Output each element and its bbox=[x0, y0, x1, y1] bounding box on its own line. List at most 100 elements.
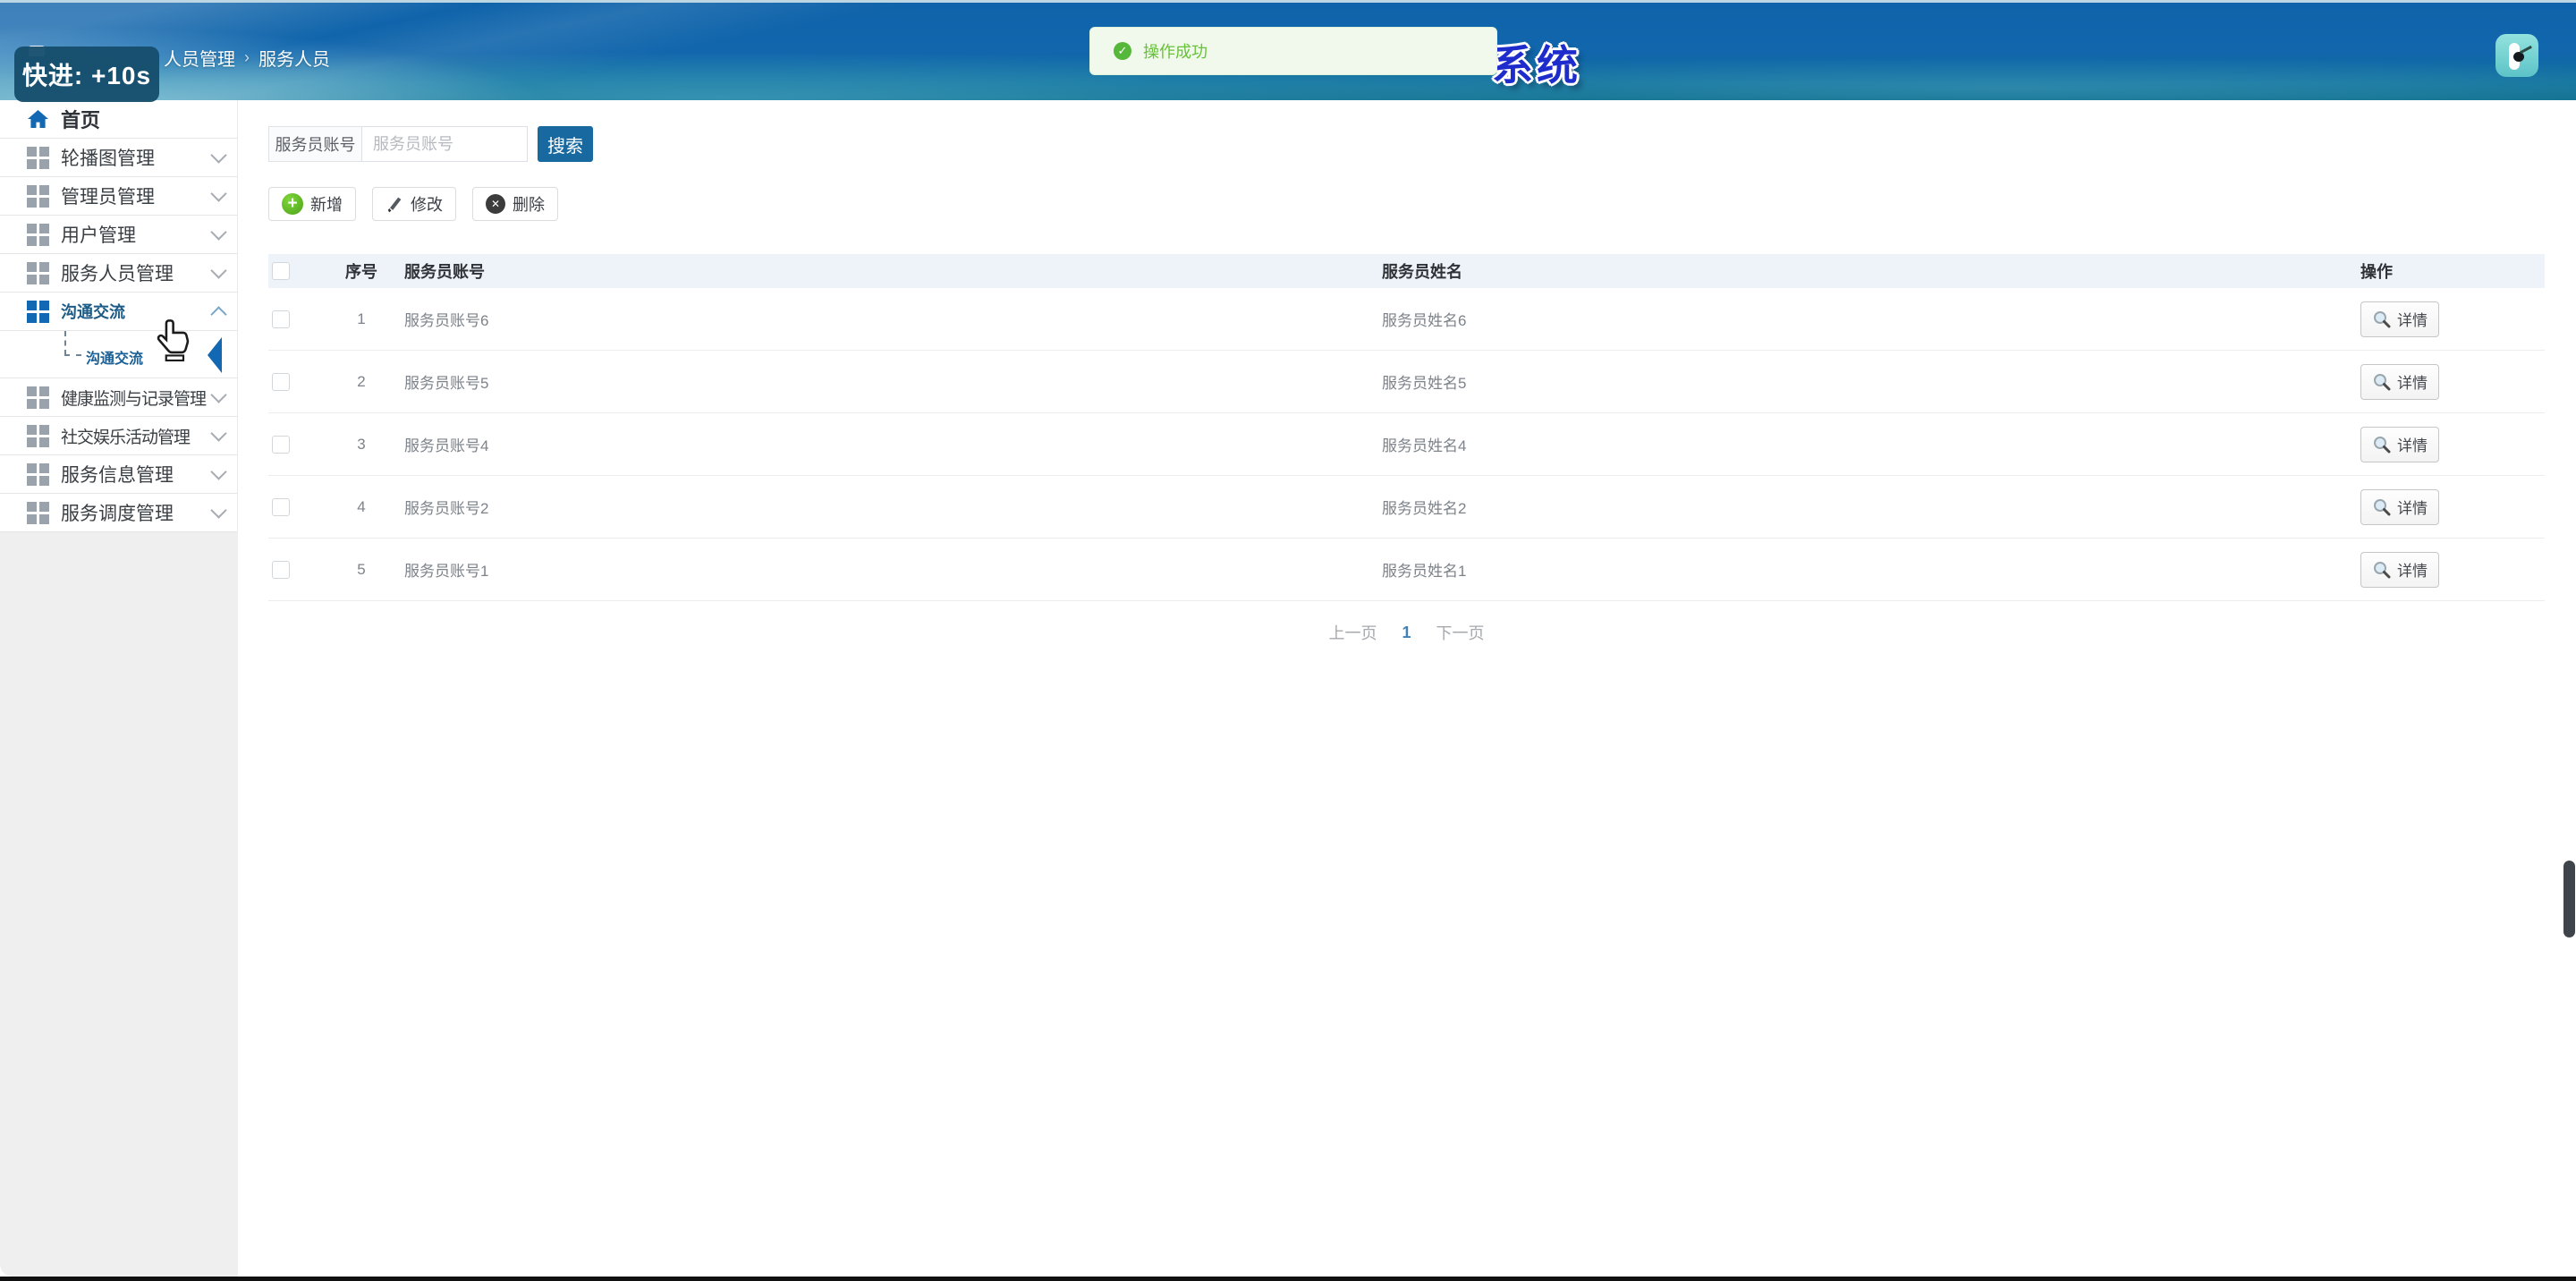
magnifier-icon bbox=[2374, 310, 2391, 327]
detail-button[interactable]: 详情 bbox=[2360, 426, 2439, 462]
magnifier-icon bbox=[2374, 498, 2391, 515]
detail-button-label: 详情 bbox=[2397, 375, 2428, 392]
pencil-icon bbox=[387, 197, 402, 213]
sidebar-menu: 首页 轮播图管理 管理员管理 用户管理 服务人员管理 沟通交流 沟通交流 健康监… bbox=[0, 100, 238, 532]
sidebar-subitem-label: 沟通交流 bbox=[86, 352, 144, 367]
cell-index: 3 bbox=[357, 435, 366, 453]
sidebar-item-admin[interactable]: 管理员管理 bbox=[0, 177, 237, 216]
search-input[interactable] bbox=[361, 126, 528, 162]
breadcrumb-separator-icon: › bbox=[244, 48, 250, 66]
toolbar: + 新增 修改 ✕ 删除 bbox=[268, 187, 2545, 221]
sidebar-subitem-communication[interactable]: 沟通交流 bbox=[0, 319, 237, 378]
sidebar-item-health-monitor[interactable]: 健康监测与记录管理 bbox=[0, 378, 237, 417]
pagination-current-page[interactable]: 1 bbox=[1402, 624, 1411, 642]
add-button[interactable]: + 新增 bbox=[268, 187, 356, 221]
sidebar-item-users[interactable]: 用户管理 bbox=[0, 216, 237, 254]
chevron-down-icon bbox=[210, 147, 227, 164]
cell-index: 4 bbox=[357, 497, 366, 515]
pagination-prev[interactable]: 上一页 bbox=[1328, 621, 1377, 644]
cell-account: 服务员账号4 bbox=[404, 437, 489, 454]
grid-icon bbox=[27, 261, 49, 284]
magnifier-icon bbox=[2374, 373, 2391, 390]
sidebar-item-label: 服务信息管理 bbox=[61, 465, 174, 486]
select-all-checkbox[interactable] bbox=[272, 262, 290, 280]
grid-icon bbox=[27, 223, 49, 246]
detail-button[interactable]: 详情 bbox=[2360, 301, 2439, 337]
sidebar-item-label: 轮播图管理 bbox=[61, 148, 155, 169]
delete-x-icon: ✕ bbox=[486, 194, 505, 214]
detail-button[interactable]: 详情 bbox=[2360, 363, 2439, 400]
cell-name: 服务员姓名1 bbox=[1382, 563, 1467, 580]
sidebar-item-carousel[interactable]: 轮播图管理 bbox=[0, 139, 237, 177]
column-header-account: 服务员账号 bbox=[404, 263, 485, 281]
table-row: 3 服务员账号4 服务员姓名4 详情 bbox=[268, 413, 2545, 476]
chevron-down-icon bbox=[210, 425, 227, 442]
cell-name: 服务员姓名4 bbox=[1382, 437, 1467, 454]
avatar[interactable] bbox=[2496, 34, 2538, 77]
search-field-label: 服务员账号 bbox=[268, 126, 361, 162]
grid-icon bbox=[27, 501, 49, 524]
chevron-down-icon bbox=[210, 386, 227, 403]
detail-button[interactable]: 详情 bbox=[2360, 551, 2439, 588]
chevron-down-icon bbox=[210, 463, 227, 480]
breadcrumb-item[interactable]: 服务人员 bbox=[258, 45, 330, 71]
pagination: 上一页 1 下一页 bbox=[268, 621, 2545, 644]
tree-line bbox=[64, 331, 66, 355]
cell-account: 服务员账号6 bbox=[404, 312, 489, 329]
grid-icon bbox=[27, 146, 49, 169]
main-content: 服务员账号 搜索 + 新增 修改 ✕ 删除 序号 服务员账号 服务员姓名 操作 bbox=[238, 100, 2576, 1281]
sidebar-item-home[interactable]: 首页 bbox=[0, 100, 237, 139]
grid-icon bbox=[27, 462, 49, 486]
table-header-row: 序号 服务员账号 服务员姓名 操作 bbox=[268, 254, 2545, 288]
fast-forward-overlay: 快进: +10s bbox=[14, 47, 159, 102]
search-button[interactable]: 搜索 bbox=[538, 126, 593, 162]
success-check-icon: ✓ bbox=[1114, 42, 1131, 60]
row-checkbox[interactable] bbox=[272, 497, 290, 516]
sidebar-item-service-info[interactable]: 服务信息管理 bbox=[0, 455, 237, 494]
home-icon bbox=[28, 109, 48, 128]
delete-button[interactable]: ✕ 删除 bbox=[472, 187, 558, 221]
row-checkbox[interactable] bbox=[272, 435, 290, 454]
success-toast: ✓ 操作成功 bbox=[1089, 27, 1497, 75]
sidebar-item-service-staff[interactable]: 服务人员管理 bbox=[0, 254, 237, 293]
app-root: { "header": { "title_visible": "系统", "br… bbox=[0, 0, 2576, 1281]
search-bar: 服务员账号 搜索 bbox=[268, 126, 2545, 162]
row-checkbox[interactable] bbox=[272, 560, 290, 579]
chevron-down-icon bbox=[210, 262, 227, 279]
sidebar-item-service-dispatch[interactable]: 服务调度管理 bbox=[0, 494, 237, 532]
breadcrumb-item[interactable]: 人员管理 bbox=[164, 45, 235, 71]
edit-button[interactable]: 修改 bbox=[372, 187, 456, 221]
sidebar-item-label: 首页 bbox=[61, 109, 101, 131]
detail-button[interactable]: 详情 bbox=[2360, 488, 2439, 525]
chevron-down-icon bbox=[210, 224, 227, 241]
sidebar-item-label: 用户管理 bbox=[61, 225, 136, 246]
collapse-arrow-icon[interactable] bbox=[208, 337, 222, 373]
sidebar-item-communication[interactable]: 沟通交流 bbox=[0, 293, 237, 331]
toast-message: 操作成功 bbox=[1143, 43, 1208, 61]
fast-forward-label: 快进: +10s bbox=[21, 62, 152, 89]
detail-button-label: 详情 bbox=[2397, 500, 2428, 517]
sidebar: 首页 轮播图管理 管理员管理 用户管理 服务人员管理 沟通交流 沟通交流 健康监… bbox=[0, 100, 238, 1277]
breadcrumb: 人员管理 › 服务人员 bbox=[164, 45, 330, 71]
magnifier-icon bbox=[2374, 561, 2391, 578]
column-header-name: 服务员姓名 bbox=[1382, 263, 1462, 281]
row-checkbox[interactable] bbox=[272, 372, 290, 391]
scrollbar-thumb[interactable] bbox=[2563, 861, 2575, 937]
avatar-figure-head bbox=[2513, 52, 2524, 62]
grid-icon bbox=[27, 184, 49, 208]
grid-icon bbox=[27, 300, 49, 323]
cell-index: 1 bbox=[357, 310, 366, 327]
column-header-action: 操作 bbox=[2360, 263, 2393, 281]
sidebar-item-social-activity[interactable]: 社交娱乐活动管理 bbox=[0, 417, 237, 455]
table-row: 1 服务员账号6 服务员姓名6 详情 bbox=[268, 288, 2545, 351]
detail-button-label: 详情 bbox=[2397, 312, 2428, 329]
row-checkbox[interactable] bbox=[272, 310, 290, 328]
add-button-label: 新增 bbox=[310, 196, 343, 214]
pagination-next[interactable]: 下一页 bbox=[1436, 621, 1485, 644]
cell-account: 服务员账号2 bbox=[404, 500, 489, 517]
sidebar-item-label: 社交娱乐活动管理 bbox=[61, 428, 191, 447]
data-table: 序号 服务员账号 服务员姓名 操作 1 服务员账号6 服务员姓名6 详情 2 服… bbox=[268, 254, 2545, 601]
plus-icon: + bbox=[282, 193, 303, 215]
cell-index: 2 bbox=[357, 372, 366, 390]
cell-name: 服务员姓名2 bbox=[1382, 500, 1467, 517]
